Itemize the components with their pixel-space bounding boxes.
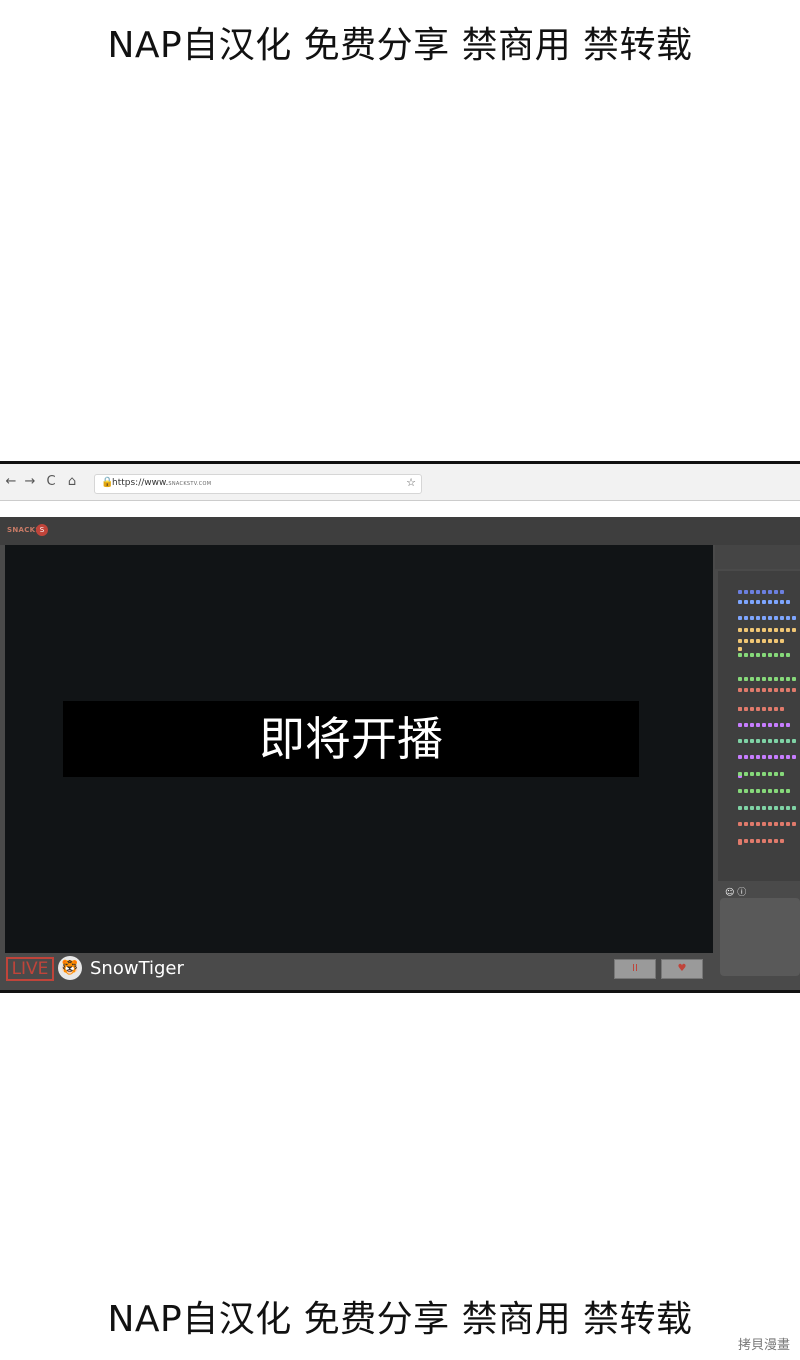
chat-message [738,666,798,681]
chat-message [738,778,792,793]
watermark-bottom: NAP自汉化 免费分享 禁商用 禁转载 [107,1299,693,1340]
watermark-top: NAP自汉化 免费分享 禁商用 禁转载 [107,25,693,66]
brand-logo-icon[interactable]: S [36,524,48,536]
live-badge: LIVE [6,957,54,981]
chat-message [738,642,792,657]
chat-message [738,795,798,810]
chat-messages [718,571,800,881]
chat-message [738,579,786,594]
chat-header [715,545,800,569]
chat-message [738,761,786,776]
screen-capture: ← → C ⌂ 🔒 https://www.SNACKSTV.COM ☆ SNA… [0,461,800,993]
chat-message [738,677,800,711]
chat-message [738,628,786,643]
chat-controls[interactable]: ☺ ⓘ [725,885,746,898]
chat-input[interactable] [720,898,800,976]
chat-message [738,828,786,843]
credit-watermark: 拷貝漫畫 [737,1338,790,1353]
address-bar[interactable]: 🔒 https://www.SNACKSTV.COM ☆ [94,474,422,494]
streamer-name[interactable]: SnowTiger [90,958,184,979]
browser-gap [0,501,800,517]
chat-message [738,811,800,845]
url-text: https://www.SNACKSTV.COM [112,478,212,488]
back-icon[interactable]: ← [3,474,19,489]
pause-button[interactable]: II [614,959,656,979]
chat-message [738,696,786,711]
chat-message [738,617,800,651]
bookmark-star-icon[interactable]: ☆ [406,476,416,489]
chat-message [738,605,798,620]
chat-sidebar: ☺ ⓘ [715,545,800,990]
chat-message [738,712,792,727]
browser-toolbar: ← → C ⌂ 🔒 https://www.SNACKSTV.COM ☆ [0,464,800,501]
home-icon[interactable]: ⌂ [64,474,80,489]
stream-app: SNACKS S 即将开播 LIVE 🐯 SnowTiger II ♥ ☺ ⓘ [0,517,800,990]
forward-icon[interactable]: → [22,474,38,489]
coming-soon-banner: 即将开播 [63,701,639,777]
app-header: SNACKS S [0,517,800,545]
chat-message [738,589,792,604]
video-footer: LIVE 🐯 SnowTiger II ♥ [0,953,715,990]
chat-message [738,728,798,743]
streamer-avatar-tiger-icon[interactable]: 🐯 [58,956,82,980]
chat-message [738,744,800,778]
heart-button[interactable]: ♥ [661,959,703,979]
video-player[interactable]: 即将开播 [5,545,713,953]
reload-icon[interactable]: C [43,474,59,489]
